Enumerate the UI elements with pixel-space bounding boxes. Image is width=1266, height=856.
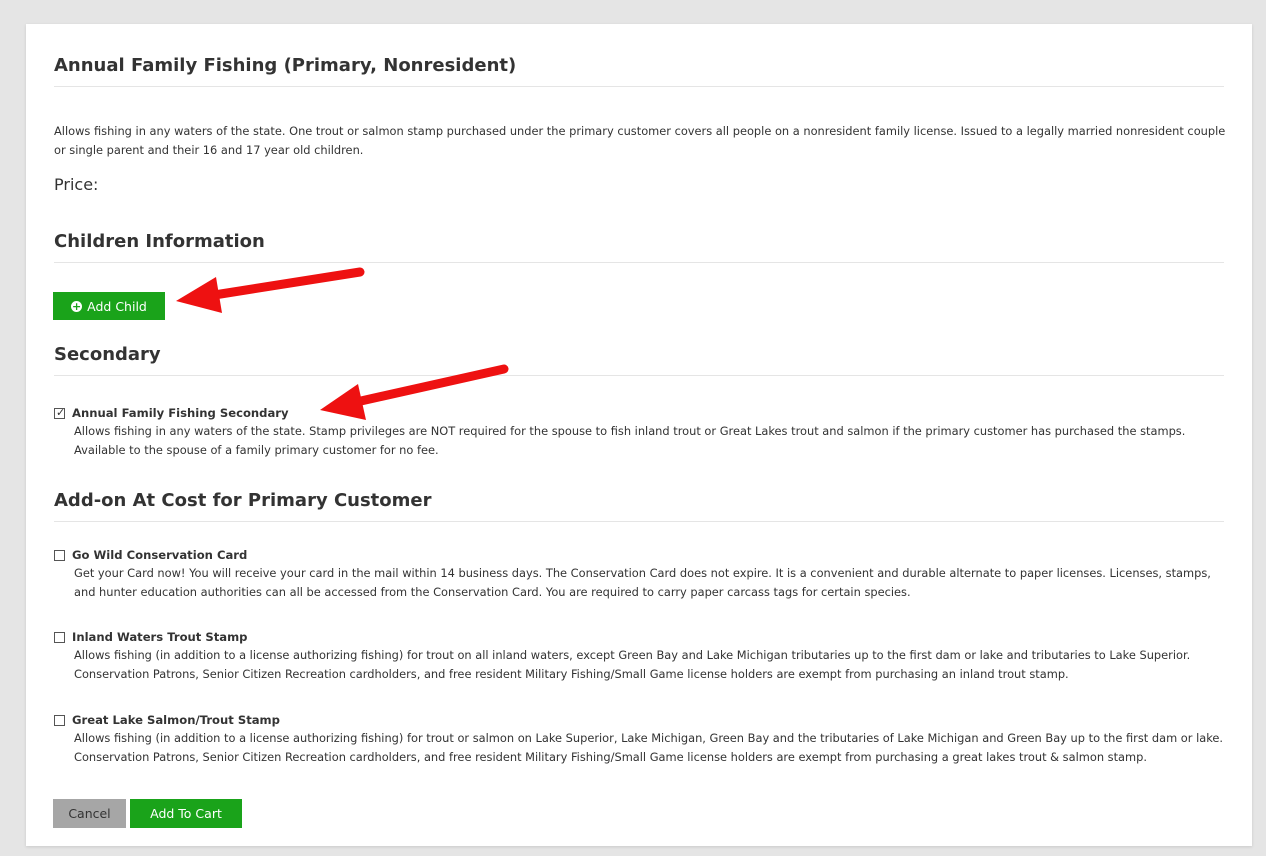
annotation-arrows: [176, 267, 509, 420]
red-arrow-secondary: [320, 364, 509, 420]
red-arrow-add-child: [176, 267, 365, 313]
